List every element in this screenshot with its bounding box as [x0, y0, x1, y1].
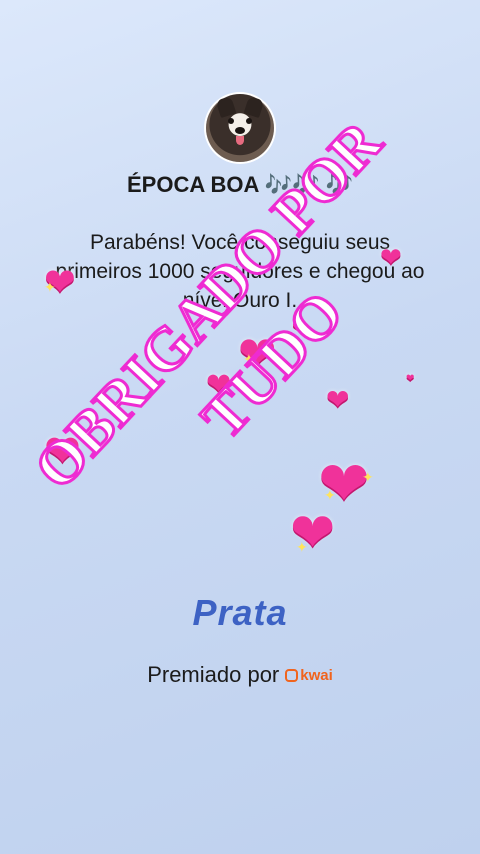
- dog-tongue: [236, 136, 244, 145]
- kwai-icon: [285, 668, 299, 682]
- heart-icon: ❤: [326, 384, 350, 415]
- sparkle-icon: ✦: [362, 469, 374, 485]
- profile-avatar[interactable]: [206, 94, 274, 162]
- sparkle-icon: ✦: [296, 539, 308, 555]
- heart-icon: ❤: [406, 373, 415, 384]
- dog-ear-right: [243, 95, 265, 119]
- dog-eye-left: [228, 118, 234, 124]
- dog-ear-left: [215, 95, 237, 119]
- kwai-brand-name: kwai: [300, 666, 333, 684]
- dog-eye-right: [246, 118, 252, 124]
- level-badge-text: Prata: [192, 592, 288, 633]
- award-footer: Premiado por kwai: [0, 662, 480, 688]
- dog-nose: [235, 127, 245, 134]
- award-prefix: Premiado por: [147, 662, 280, 687]
- sparkle-icon: ✦: [44, 279, 56, 295]
- kwai-logo: kwai: [285, 667, 333, 684]
- sparkle-icon: ✦: [324, 487, 336, 503]
